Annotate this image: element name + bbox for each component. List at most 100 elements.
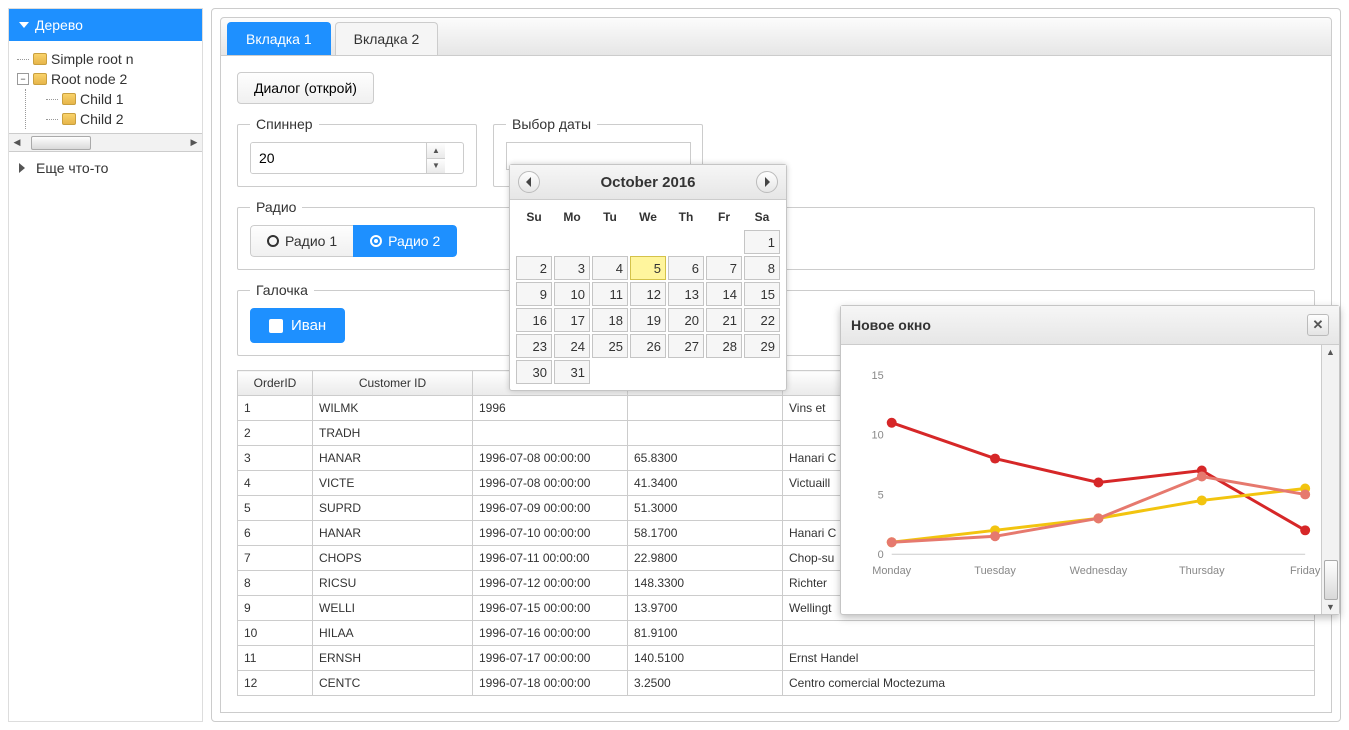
calendar-day[interactable]: 11	[592, 282, 628, 306]
collapse-icon[interactable]: −	[17, 73, 29, 85]
horizontal-scrollbar[interactable]: ◀ ▶	[9, 133, 202, 151]
calendar-day[interactable]: 22	[744, 308, 780, 332]
chevron-right-icon	[19, 163, 30, 173]
calendar-day[interactable]: 13	[668, 282, 704, 306]
radio-icon	[267, 235, 279, 247]
calendar-day[interactable]: 20	[668, 308, 704, 332]
spinner-up-icon[interactable]: ▲	[427, 143, 445, 159]
svg-text:Thursday: Thursday	[1179, 565, 1225, 577]
table-row[interactable]: 12CENTC1996-07-18 00:00:003.2500Centro c…	[238, 671, 1315, 696]
calendar-day[interactable]: 26	[630, 334, 666, 358]
accordion-tree-header[interactable]: Дерево	[9, 9, 202, 41]
calendar-day[interactable]: 12	[630, 282, 666, 306]
tab-bar: Вкладка 1 Вкладка 2	[220, 17, 1332, 56]
tree-node[interactable]: Child 1	[46, 89, 198, 109]
calendar-day[interactable]: 1	[744, 230, 780, 254]
calendar-day[interactable]: 18	[592, 308, 628, 332]
calendar-day[interactable]: 31	[554, 360, 590, 384]
chevron-down-icon	[19, 22, 29, 28]
chevron-right-icon	[762, 177, 772, 187]
chart-window: Новое окно ✕ 051015MondayTuesdayWednesda…	[840, 305, 1340, 615]
radio-option-2[interactable]: Радио 2	[353, 225, 457, 257]
scroll-left-icon[interactable]: ◀	[9, 135, 25, 151]
calendar-day[interactable]: 2	[516, 256, 552, 280]
calendar-day[interactable]: 4	[592, 256, 628, 280]
datepicker-popup: October 2016 SuMoTuWeThFrSa 123456789101…	[509, 164, 787, 391]
tree-label: Simple root n	[51, 51, 133, 67]
tree-node[interactable]: − Root node 2	[17, 69, 198, 89]
calendar-day[interactable]: 17	[554, 308, 590, 332]
checkbox-legend: Галочка	[250, 282, 314, 298]
calendar-day[interactable]: 27	[668, 334, 704, 358]
close-button[interactable]: ✕	[1307, 314, 1329, 336]
svg-text:Monday: Monday	[872, 565, 911, 577]
tab-1[interactable]: Вкладка 1	[227, 22, 331, 55]
column-header[interactable]: Customer ID	[313, 371, 473, 396]
calendar-day[interactable]: 10	[554, 282, 590, 306]
accordion-more-header[interactable]: Еще что-то	[9, 151, 202, 184]
scroll-right-icon[interactable]: ▶	[186, 135, 202, 151]
accordion-tree-label: Дерево	[35, 17, 83, 33]
calendar-day[interactable]: 23	[516, 334, 552, 358]
calendar-day[interactable]: 6	[668, 256, 704, 280]
spinner-down-icon[interactable]: ▼	[427, 159, 445, 174]
scroll-thumb[interactable]	[1324, 560, 1338, 600]
chart-window-titlebar[interactable]: Новое окно ✕	[841, 306, 1339, 345]
svg-text:Tuesday: Tuesday	[974, 565, 1016, 577]
calendar-day[interactable]: 19	[630, 308, 666, 332]
spinner-legend: Спиннер	[250, 116, 319, 132]
svg-text:5: 5	[878, 489, 884, 501]
calendar-day[interactable]: 8	[744, 256, 780, 280]
radio-label: Радио 2	[388, 233, 440, 249]
ivan-toggle-button[interactable]: Иван	[250, 308, 345, 343]
tree: Simple root n − Root node 2 Child 1 Chil…	[9, 41, 202, 133]
checkbox-label: Иван	[291, 317, 326, 334]
column-header[interactable]: OrderID	[238, 371, 313, 396]
open-dialog-button[interactable]: Диалог (открой)	[237, 72, 374, 104]
calendar-day[interactable]: 14	[706, 282, 742, 306]
calendar-day[interactable]: 9	[516, 282, 552, 306]
datepicker-title: October 2016	[600, 174, 695, 191]
folder-icon	[62, 93, 76, 105]
calendar-day[interactable]: 28	[706, 334, 742, 358]
checkbox-icon	[269, 319, 283, 333]
calendar-day[interactable]: 21	[706, 308, 742, 332]
line-chart: 051015MondayTuesdayWednesdayThursdayFrid…	[841, 345, 1321, 614]
calendar-day[interactable]: 16	[516, 308, 552, 332]
calendar-day[interactable]: 25	[592, 334, 628, 358]
radio-label: Радио 1	[285, 233, 337, 249]
close-icon: ✕	[1313, 317, 1324, 333]
svg-text:Wednesday: Wednesday	[1070, 565, 1128, 577]
tab-2[interactable]: Вкладка 2	[335, 22, 439, 55]
next-month-button[interactable]	[756, 171, 778, 193]
table-row[interactable]: 10HILAA1996-07-16 00:00:0081.9100	[238, 621, 1315, 646]
calendar-day[interactable]: 3	[554, 256, 590, 280]
chart-window-title: Новое окно	[851, 317, 931, 333]
accordion-more-label: Еще что-то	[36, 160, 108, 176]
calendar-day[interactable]: 24	[554, 334, 590, 358]
scroll-thumb[interactable]	[31, 136, 91, 150]
folder-icon	[33, 53, 47, 65]
folder-icon	[33, 73, 47, 85]
tree-node[interactable]: Simple root n	[17, 49, 198, 69]
radio-option-1[interactable]: Радио 1	[250, 225, 353, 257]
prev-month-button[interactable]	[518, 171, 540, 193]
table-row[interactable]: 11ERNSH1996-07-17 00:00:00140.5100Ernst …	[238, 646, 1315, 671]
scroll-up-icon[interactable]: ▲	[1326, 347, 1335, 357]
calendar-day[interactable]: 5	[630, 256, 666, 280]
radio-icon	[370, 235, 382, 247]
scroll-down-icon[interactable]: ▼	[1326, 602, 1335, 612]
chevron-left-icon	[524, 177, 534, 187]
tree-node[interactable]: Child 2	[46, 109, 198, 129]
vertical-scrollbar[interactable]: ▲ ▼	[1321, 345, 1339, 614]
svg-text:10: 10	[872, 430, 884, 442]
svg-text:Friday: Friday	[1290, 565, 1321, 577]
calendar-day[interactable]: 15	[744, 282, 780, 306]
spinner-input[interactable]	[251, 143, 426, 173]
folder-icon	[62, 113, 76, 125]
calendar-day[interactable]: 29	[744, 334, 780, 358]
tree-label: Root node 2	[51, 71, 127, 87]
sidebar: Дерево Simple root n − Root node 2 Child…	[8, 8, 203, 722]
calendar-day[interactable]: 30	[516, 360, 552, 384]
calendar-day[interactable]: 7	[706, 256, 742, 280]
